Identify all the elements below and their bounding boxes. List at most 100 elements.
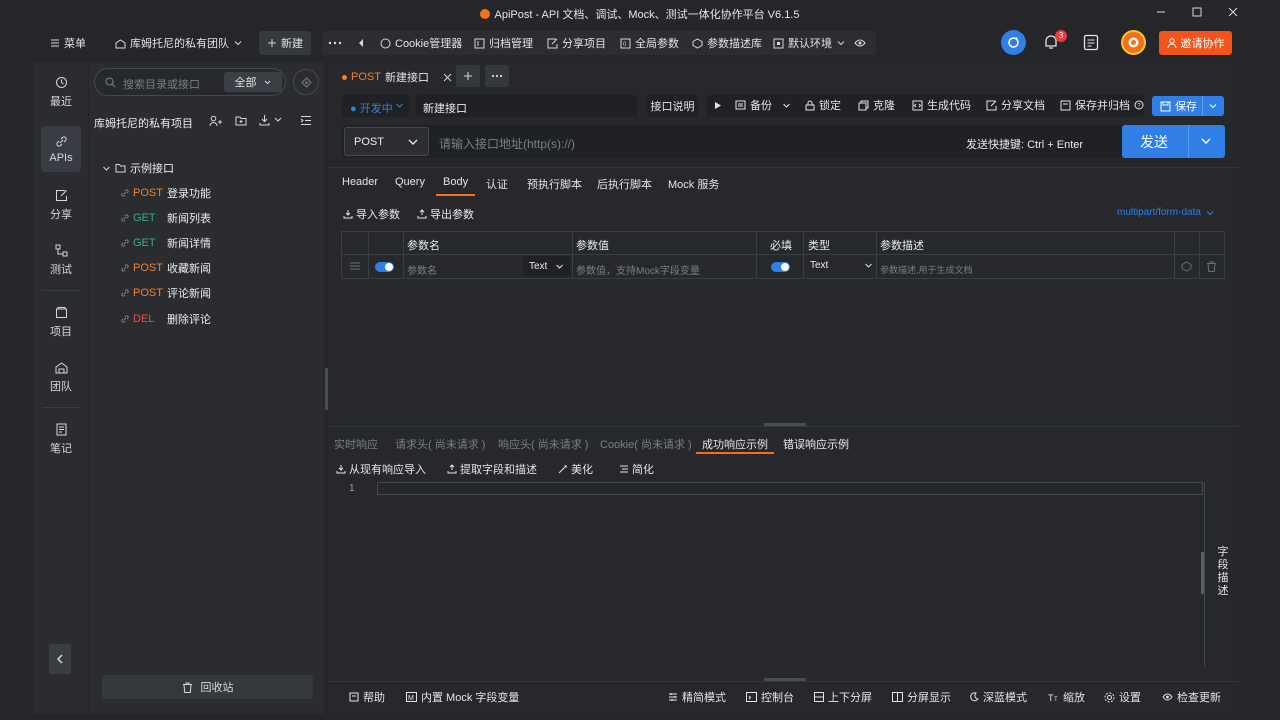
maximize-icon[interactable] <box>1189 4 1205 20</box>
zoom-button[interactable]: TT 缩放 <box>1048 689 1085 705</box>
recycle-bin-button[interactable]: 回收站 <box>102 675 313 699</box>
export-params-button[interactable]: 导出参数 <box>417 206 474 222</box>
folder-example[interactable]: 示例接口 <box>102 160 174 176</box>
save-and-archive-button[interactable]: 保存并归档 ? <box>1060 93 1144 117</box>
global-params-button[interactable]: 0 全局参数 <box>620 26 679 60</box>
api-item-news-list[interactable]: GET 新闻列表 <box>117 209 211 227</box>
avatar[interactable] <box>1121 30 1146 55</box>
more-icon[interactable] <box>328 26 342 60</box>
method-select[interactable]: POST <box>344 127 429 156</box>
lock-button[interactable]: 锁定 <box>805 93 841 117</box>
team-selector[interactable]: 库姆托尼的私有团队 <box>115 26 243 60</box>
tab-error-example[interactable]: 错误响应示例 <box>783 436 849 454</box>
tab-response-headers[interactable]: 响应头( 尚未请求 ) <box>498 436 588 454</box>
doc-description-button[interactable]: 接口说明 <box>647 95 698 117</box>
chevron-down-icon[interactable] <box>1208 101 1218 111</box>
close-tab-icon[interactable] <box>443 73 452 82</box>
api-item-favorite-news[interactable]: POST 收藏新闻 <box>117 259 211 277</box>
tab-cookie[interactable]: Cookie( 尚未请求 ) <box>600 436 692 454</box>
help-button[interactable]: 帮助 <box>349 689 385 705</box>
notifications-button[interactable]: 3 <box>1043 30 1067 53</box>
run-button[interactable] <box>714 93 722 117</box>
cube-icon[interactable] <box>1181 261 1192 272</box>
environment-selector[interactable]: 默认环境 <box>773 26 846 60</box>
request-tab[interactable]: POST 新建接口 <box>336 65 452 89</box>
content-type-select[interactable]: multipart/form-data <box>1117 207 1215 218</box>
locate-button[interactable] <box>293 69 319 95</box>
console-button[interactable]: 控制台 <box>746 689 794 705</box>
nav-item-project[interactable]: 项目 <box>41 300 81 344</box>
clone-button[interactable]: 克隆 <box>858 93 895 117</box>
tab-auth[interactable]: 认证 <box>486 176 508 196</box>
tab-pre-script[interactable]: 预执行脚本 <box>527 176 582 196</box>
editor-scrollbar[interactable] <box>1201 552 1204 594</box>
param-value-input[interactable]: 参数值，支持Mock字段变量 <box>576 262 700 277</box>
tab-request-headers[interactable]: 请求头( 尚未请求 ) <box>395 436 485 454</box>
tab-query[interactable]: Query <box>395 176 425 196</box>
close-window-icon[interactable] <box>1225 4 1241 20</box>
param-desc-input[interactable]: 参数描述,用于生成文档 <box>880 263 973 276</box>
vertical-split-button[interactable]: 上下分屏 <box>814 689 872 705</box>
collapse-sidebar-button[interactable] <box>49 644 71 674</box>
url-input[interactable]: 请输入接口地址(http(s)://) <box>439 135 575 152</box>
row-enabled-toggle[interactable] <box>375 262 394 272</box>
check-update-button[interactable]: 检查更新 <box>1162 689 1221 705</box>
param-name-input[interactable]: 参数名 <box>407 262 437 277</box>
chevron-down-icon[interactable] <box>1200 135 1212 147</box>
settings-button[interactable]: 设置 <box>1104 689 1141 705</box>
filter-dropdown[interactable]: 全部 <box>224 72 282 92</box>
status-dropdown[interactable]: ● 开发中 <box>342 95 409 117</box>
new-tab-button[interactable] <box>456 65 480 87</box>
drag-handle-icon[interactable] <box>349 261 361 271</box>
nav-item-team[interactable]: 团队 <box>41 355 81 399</box>
api-item-login[interactable]: POST 登录功能 <box>117 184 211 202</box>
param-type-select[interactable]: Text <box>810 260 874 271</box>
eye-icon[interactable] <box>854 26 866 60</box>
sync-button[interactable] <box>1001 30 1026 55</box>
new-folder-icon[interactable] <box>235 115 247 126</box>
compact-mode-button[interactable]: 精简模式 <box>668 689 726 705</box>
param-desc-library-button[interactable]: 参数描述库 <box>692 26 762 60</box>
notes-icon[interactable] <box>1083 34 1099 51</box>
nav-item-notes[interactable]: 笔记 <box>41 417 81 461</box>
tab-success-example[interactable]: 成功响应示例 <box>696 436 774 454</box>
tab-realtime-response[interactable]: 实时响应 <box>334 436 378 454</box>
param-name-type-select[interactable]: Text <box>523 256 570 276</box>
import-from-response-button[interactable]: 从现有响应导入 <box>336 461 426 477</box>
field-description-toggle[interactable]: 字段描述 <box>1217 546 1229 598</box>
simplify-button[interactable]: 简化 <box>619 461 654 477</box>
tab-mock-service[interactable]: Mock 服务 <box>668 176 719 196</box>
nav-item-apis[interactable]: APIs <box>41 126 81 172</box>
invite-collaboration-button[interactable]: 邀请协作 <box>1159 31 1232 55</box>
import-dropdown[interactable] <box>259 114 285 126</box>
share-project-button[interactable]: 分享项目 <box>547 26 606 60</box>
cookie-manager-button[interactable]: Cookie管理器 <box>380 26 462 60</box>
add-member-icon[interactable] <box>209 115 222 127</box>
code-editor[interactable] <box>377 482 1203 495</box>
tab-header[interactable]: Header <box>342 176 378 196</box>
menu-button[interactable]: 菜单 <box>50 26 86 60</box>
nav-item-recent[interactable]: 最近 <box>41 70 81 114</box>
beautify-button[interactable]: 美化 <box>558 461 593 477</box>
split-view-button[interactable]: 分屏显示 <box>892 689 951 705</box>
mock-variables-button[interactable]: M 内置 Mock 字段变量 <box>406 689 519 705</box>
import-params-button[interactable]: 导入参数 <box>343 206 400 222</box>
api-item-delete-comment[interactable]: DEL 删除评论 <box>117 310 211 328</box>
required-toggle[interactable] <box>771 262 790 272</box>
new-button[interactable]: 新建 <box>259 31 311 55</box>
dark-blue-mode-button[interactable]: 深蓝模式 <box>969 689 1027 705</box>
minimize-icon[interactable] <box>1153 4 1169 20</box>
request-name-input[interactable]: 新建接口 <box>416 95 638 117</box>
save-button[interactable]: 保存 <box>1152 96 1224 116</box>
backup-button[interactable]: 备份 <box>735 93 791 117</box>
trash-icon[interactable] <box>1206 261 1217 272</box>
api-item-news-detail[interactable]: GET 新闻详情 <box>117 234 211 252</box>
nav-item-test[interactable]: 测试 <box>41 238 81 282</box>
tab-post-script[interactable]: 后执行脚本 <box>597 176 652 196</box>
extract-fields-button[interactable]: 提取字段和描述 <box>447 461 537 477</box>
generate-code-button[interactable]: 生成代码 <box>912 93 971 117</box>
archive-manager-button[interactable]: 归档管理 <box>474 26 533 60</box>
send-button[interactable]: 发送 <box>1122 125 1225 158</box>
nav-item-share[interactable]: 分享 <box>41 183 81 227</box>
api-item-comment-news[interactable]: POST 评论新闻 <box>117 284 211 302</box>
